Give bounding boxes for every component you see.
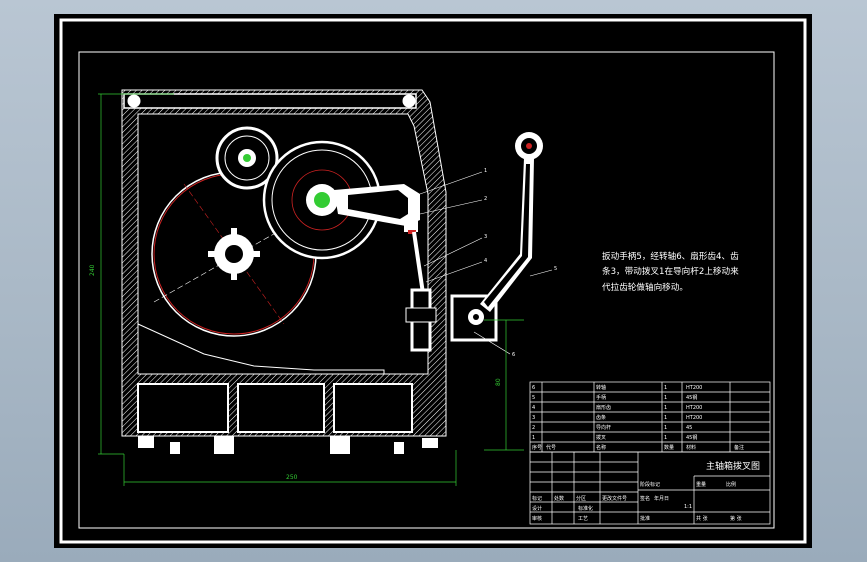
parts-cell: 4 xyxy=(532,405,535,411)
parts-cell: HT200 xyxy=(686,415,702,421)
title-block-label: 比例 xyxy=(726,481,736,488)
leader-number: 3 xyxy=(484,234,487,240)
parts-header-cell: 序号 xyxy=(532,444,542,451)
title-block-label: 年月日 xyxy=(654,495,669,502)
dim-offset: 80 xyxy=(495,378,502,386)
title-block-label: 设计 xyxy=(532,505,542,512)
parts-cell: 3 xyxy=(532,415,535,421)
parts-cell: 齿条 xyxy=(596,414,606,421)
gearbox-housing xyxy=(121,89,447,454)
scale-value: 1:1 xyxy=(684,504,692,510)
title-block-label: 处数 xyxy=(554,495,564,502)
parts-header-cell: 数量 xyxy=(664,444,674,451)
parts-cell: 45钢 xyxy=(686,434,697,441)
parts-header-cell: 材料 xyxy=(686,444,696,451)
title-block-label: 标准化 xyxy=(578,505,593,512)
title-block-label: 标记 xyxy=(532,495,542,502)
title-block-label: 更改文件号 xyxy=(602,495,627,502)
parts-cell: 2 xyxy=(532,425,535,431)
parts-cell: 手柄 xyxy=(596,394,606,401)
leader-number: 1 xyxy=(484,168,487,174)
parts-cell: 1 xyxy=(664,425,667,431)
parts-cell: 1 xyxy=(664,435,667,441)
parts-cell: 1 xyxy=(664,395,667,401)
parts-cell: 1 xyxy=(664,405,667,411)
parts-cell: 45 xyxy=(686,425,692,431)
dim-width: 250 xyxy=(286,474,298,481)
parts-cell: 导向杆 xyxy=(596,424,611,431)
parts-cell: 6 xyxy=(532,385,535,391)
title-block-label: 分区 xyxy=(576,495,586,502)
parts-cell: HT200 xyxy=(686,385,702,391)
parts-cell: 1 xyxy=(664,415,667,421)
leader-number: 4 xyxy=(484,258,487,264)
leader-number: 5 xyxy=(554,266,557,272)
note-line-1: 扳动手柄5，经转轴6、扇形齿4、齿 xyxy=(602,250,739,262)
parts-cell: 45钢 xyxy=(686,394,697,401)
drawing-viewport[interactable]: 240 250 80 扳动手柄5，经转轴6、扇形齿4、齿 条3，带动拨叉1在导向… xyxy=(54,14,812,548)
parts-cell: 拨叉 xyxy=(596,434,606,441)
note-line-3: 代拉齿轮做轴向移动。 xyxy=(602,281,688,293)
parts-list xyxy=(529,381,771,453)
parts-cell: HT200 xyxy=(686,405,702,411)
title-block-label: 工艺 xyxy=(578,516,588,522)
parts-cell: 扇形齿 xyxy=(596,404,611,411)
parts-cell: 1 xyxy=(664,385,667,391)
parts-cell: 5 xyxy=(532,395,535,401)
title-block-label: 共 张 xyxy=(696,515,708,522)
parts-cell: 转轴 xyxy=(596,384,606,391)
note-line-2: 条3，带动拨叉1在导向杆2上移动来 xyxy=(602,265,739,277)
drawing-title: 主轴箱拨叉图 xyxy=(706,460,760,472)
dim-height: 240 xyxy=(89,264,96,276)
title-block-label: 签名 xyxy=(640,495,650,502)
parts-header-cell: 代号 xyxy=(546,444,556,451)
title-block-label: 审核 xyxy=(532,515,542,522)
title-block-label: 批准 xyxy=(640,515,650,522)
cad-drawing: 240 250 80 扳动手柄5，经转轴6、扇形齿4、齿 条3，带动拨叉1在导向… xyxy=(59,18,807,544)
title-block-label: 重量 xyxy=(696,481,706,488)
parts-header-cell: 名称 xyxy=(596,444,606,451)
parts-header-cell: 备注 xyxy=(734,444,744,451)
leader-number: 6 xyxy=(512,352,515,358)
leader-number: 2 xyxy=(484,196,487,202)
parts-cell: 1 xyxy=(532,435,535,441)
title-block-label: 阶段标记 xyxy=(640,481,660,488)
title-block-label: 第 张 xyxy=(730,515,742,522)
lever-handle xyxy=(450,132,543,342)
